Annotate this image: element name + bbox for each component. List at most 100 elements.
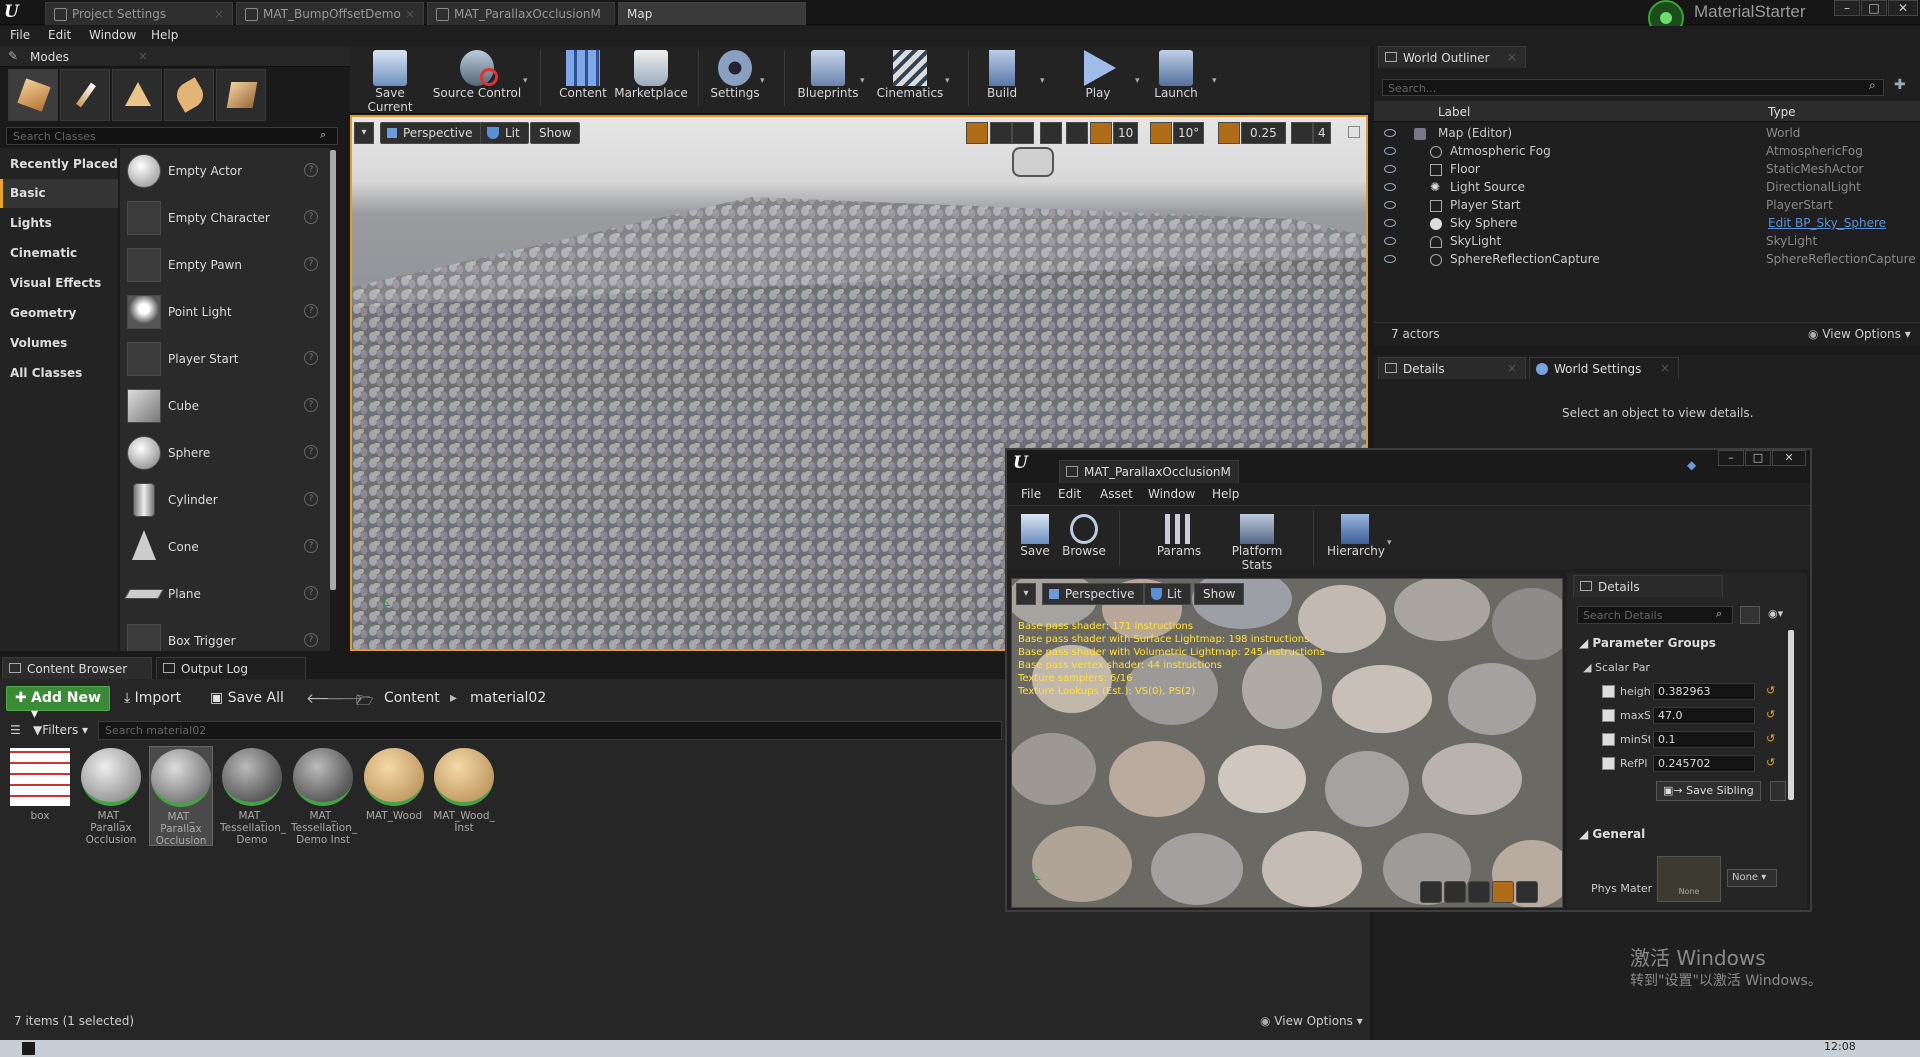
preview-plane-icon[interactable] [1468, 881, 1490, 903]
reset-arrow-icon[interactable]: ↺ [1766, 708, 1775, 721]
menu-file[interactable]: File [10, 28, 30, 42]
param-override-checkbox[interactable] [1602, 685, 1615, 698]
help-icon[interactable]: ? [304, 539, 318, 553]
rotation-snap-value[interactable]: 10° [1173, 122, 1205, 144]
close-tab-icon[interactable]: × [405, 7, 415, 21]
add-new-button[interactable]: ✚ Add New ▾ [6, 686, 110, 722]
category-visual-effects[interactable]: Visual Effects [0, 269, 118, 298]
menu-window[interactable]: Window [89, 28, 136, 42]
close-tab-icon[interactable]: × [1507, 361, 1517, 375]
me-browse-button[interactable]: Browse [1061, 512, 1107, 572]
asset-box[interactable]: box [8, 746, 72, 846]
content-search-input[interactable]: Search material02 [98, 721, 1002, 740]
asset-mat-wood[interactable]: MAT_Wood [362, 746, 426, 846]
category-recently-placed[interactable]: Recently Placed [0, 150, 118, 179]
preview-cube-icon[interactable] [1492, 881, 1514, 903]
category-geometry[interactable]: Geometry [0, 299, 118, 328]
chevron-down-icon[interactable]: ▾ [1387, 538, 1392, 548]
chevron-down-icon[interactable]: ▾ [1135, 76, 1140, 86]
mode-paint-button[interactable] [60, 69, 110, 121]
start-icon[interactable] [22, 1042, 35, 1055]
asset-mat-parallax-occlusion-inst[interactable]: MAT_ Parallax Occlusion [149, 746, 213, 847]
category-cinematic[interactable]: Cinematic [0, 239, 118, 268]
blueprints-button[interactable]: Blueprints [790, 48, 866, 108]
param-override-checkbox[interactable] [1602, 757, 1615, 770]
close-button[interactable]: ✕ [1888, 0, 1918, 16]
visibility-eye-icon[interactable] [1384, 201, 1396, 209]
content-button[interactable]: Content [550, 48, 616, 108]
reset-arrow-icon[interactable]: ↺ [1766, 732, 1775, 745]
close-tab-icon[interactable]: × [1507, 50, 1517, 64]
save-sibling-button[interactable]: ▣→ Save Sibling [1656, 781, 1761, 801]
outliner-row-player-start[interactable]: Player Start PlayerStart [1374, 197, 1920, 215]
reset-arrow-icon[interactable]: ↺ [1766, 756, 1775, 769]
cinematics-button[interactable]: Cinematics [872, 48, 948, 108]
path-content[interactable]: Content [384, 690, 440, 706]
visibility-eye-icon[interactable] [1384, 147, 1396, 155]
me-menu-window[interactable]: Window [1148, 487, 1195, 501]
scale-snap-value[interactable]: 0.25 [1241, 122, 1286, 144]
marketplace-button[interactable]: Marketplace [614, 48, 688, 108]
me-search-details-input[interactable]: Search Details [1577, 606, 1733, 624]
output-log-tab[interactable]: Output Log [156, 657, 306, 679]
visibility-eye-icon[interactable] [1384, 129, 1396, 137]
help-icon[interactable]: ? [304, 351, 318, 365]
phys-material-dropdown[interactable]: None ▾ [1727, 869, 1777, 887]
tab-parallax-occlusion[interactable]: MAT_ParallaxOcclusionM [427, 2, 615, 25]
category-all-classes[interactable]: All Classes [0, 359, 118, 388]
outliner-row-light-source[interactable]: ✺ Light Source DirectionalLight [1374, 179, 1920, 197]
translate-tool-icon[interactable] [966, 122, 988, 144]
camera-speed-value[interactable]: 4 [1313, 122, 1331, 144]
category-lights[interactable]: Lights [0, 209, 118, 238]
chevron-down-icon[interactable]: ▾ [523, 76, 528, 86]
perspective-button[interactable]: Perspective [380, 122, 482, 144]
details-tab[interactable]: Details × [1378, 357, 1526, 379]
settings-button[interactable]: Settings [702, 48, 768, 108]
visibility-eye-icon[interactable] [1384, 165, 1396, 173]
preview-cylinder-icon[interactable] [1420, 881, 1442, 903]
surface-snap-icon[interactable] [1066, 122, 1088, 144]
save-child-button[interactable] [1770, 781, 1786, 801]
import-button[interactable]: ⤓ Import [124, 690, 181, 706]
show-button[interactable]: Show [530, 122, 581, 144]
column-label[interactable]: Label [1438, 105, 1470, 119]
source-control-button[interactable]: Source Control [432, 48, 522, 108]
placeable-cone[interactable]: Cone? [120, 524, 330, 571]
me-hierarchy-button[interactable]: Hierarchy [1327, 512, 1385, 572]
help-icon[interactable]: ? [304, 633, 318, 647]
tab-project-settings[interactable]: Project Settings × [45, 2, 233, 25]
close-tab-icon[interactable]: × [1660, 361, 1670, 375]
preview-mesh-icon[interactable] [1516, 881, 1538, 903]
menu-help[interactable]: Help [151, 28, 178, 42]
param-refpl-input[interactable]: 0.245702 [1653, 755, 1755, 772]
scale-tool-icon[interactable] [1012, 122, 1034, 144]
maximize-button[interactable]: □ [1861, 0, 1887, 16]
me-details-tab[interactable]: Details [1573, 575, 1723, 597]
world-settings-tab[interactable]: World Settings × [1529, 357, 1679, 379]
asset-mat-tessellation-demo[interactable]: MAT_ Tessellation_ Demo [220, 746, 286, 846]
me-menu-asset[interactable]: Asset [1100, 487, 1133, 501]
minimize-button[interactable]: – [1718, 450, 1744, 466]
search-classes-input[interactable]: Search Classes [6, 127, 338, 145]
eye-icon[interactable]: ◉▾ [1768, 607, 1783, 620]
asset-mat-parallax-occlusion[interactable]: MAT_ Parallax Occlusion [79, 746, 143, 846]
play-button[interactable]: Play [1068, 48, 1128, 108]
param-minst-input[interactable]: 0.1 [1653, 731, 1755, 748]
chevron-down-icon[interactable]: ▾ [760, 76, 765, 86]
placeable-point-light[interactable]: Point Light? [120, 289, 330, 336]
param-maxs-input[interactable]: 47.0 [1653, 707, 1755, 724]
column-type[interactable]: Type [1768, 105, 1796, 119]
visibility-eye-icon[interactable] [1384, 237, 1396, 245]
asset-mat-tessellation-demo-inst[interactable]: MAT_ Tessellation_ Demo Inst [291, 746, 357, 846]
material-editor-tab[interactable]: MAT_ParallaxOcclusionM [1059, 460, 1239, 483]
me-perspective-button[interactable]: Perspective [1042, 583, 1144, 605]
parameter-groups-header[interactable]: ◢ Parameter Groups [1579, 636, 1716, 650]
grid-snap-icon[interactable] [1090, 122, 1112, 144]
visibility-eye-icon[interactable] [1384, 255, 1396, 263]
grid-snap-value[interactable]: 10 [1113, 122, 1139, 144]
outliner-row-sky-sphere[interactable]: Sky Sphere Edit BP_Sky_Sphere [1374, 215, 1920, 233]
filters-button[interactable]: ▼Filters ▾ [33, 723, 88, 737]
placeable-cylinder[interactable]: Cylinder? [120, 477, 330, 524]
placeable-plane[interactable]: Plane? [120, 571, 330, 618]
help-icon[interactable]: ? [304, 304, 318, 318]
